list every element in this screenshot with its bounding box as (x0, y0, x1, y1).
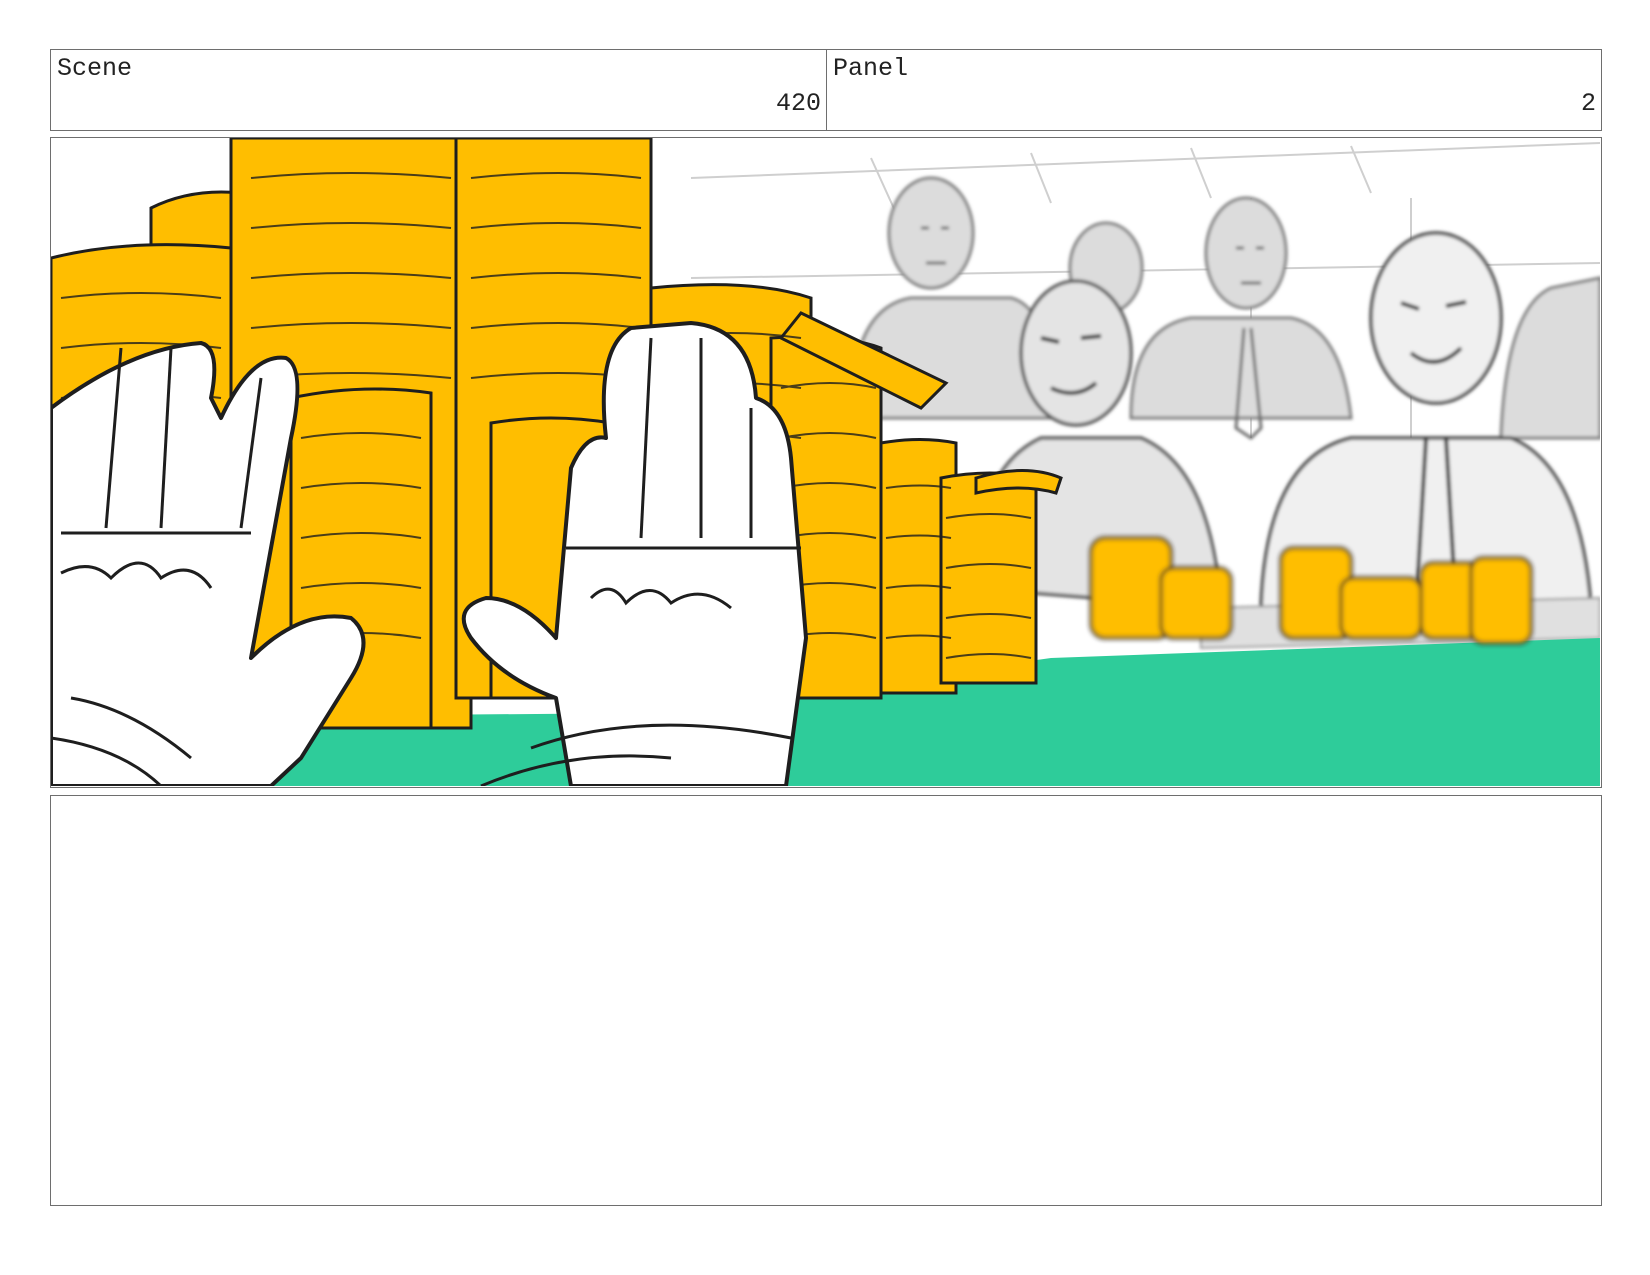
notes-box (50, 795, 1602, 1206)
notes-text (51, 796, 1601, 816)
panel-label: Panel (833, 54, 909, 83)
scene-cell: Scene 420 (51, 50, 827, 130)
panel-cell: Panel 2 (827, 50, 1601, 130)
panel-number: 2 (1580, 89, 1596, 118)
panel-header: Scene 420 Panel 2 (50, 49, 1602, 131)
storyboard-drawing (51, 138, 1600, 786)
storyboard-frame (50, 137, 1602, 788)
scene-label: Scene (57, 54, 133, 83)
scene-number: 420 (775, 89, 821, 118)
